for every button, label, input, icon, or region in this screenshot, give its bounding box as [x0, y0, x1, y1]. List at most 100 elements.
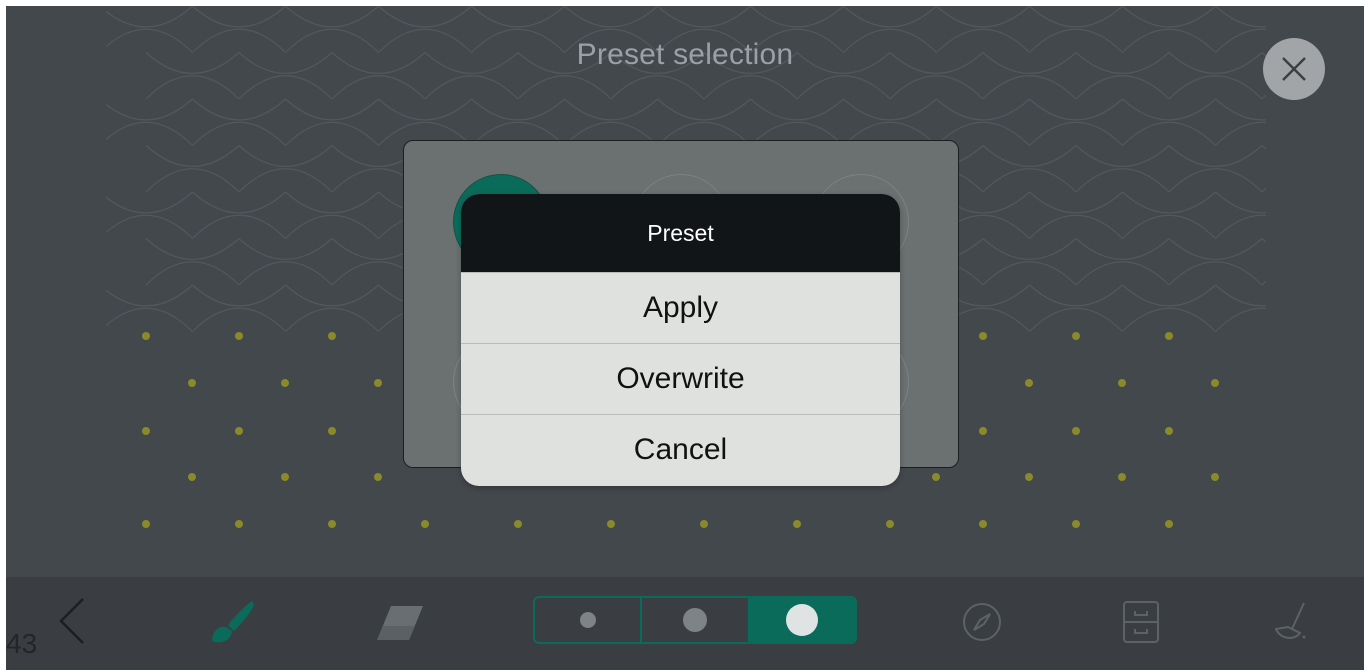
compass-button[interactable]	[959, 599, 1005, 645]
pattern-arc	[1355, 146, 1364, 167]
pattern-dot	[235, 332, 243, 340]
pattern-arc	[238, 238, 333, 260]
pattern-arc	[1309, 99, 1364, 120]
sweep-broom-icon	[1274, 602, 1306, 639]
pattern-arc	[192, 284, 286, 307]
pattern-arc	[1029, 214, 1123, 239]
pattern-dot	[1165, 332, 1173, 340]
pattern-dot	[514, 520, 522, 528]
pattern-arc	[982, 145, 1077, 167]
pattern-arc	[1029, 6, 1123, 28]
size-large-dot	[786, 604, 819, 636]
pattern-dot	[979, 332, 987, 340]
pattern-arc	[285, 6, 379, 28]
dialog-title: Preset	[461, 194, 900, 272]
pattern-dot	[374, 473, 382, 481]
pattern-dot	[328, 332, 336, 340]
pattern-arc	[285, 191, 379, 214]
pattern-arc	[796, 75, 891, 100]
pattern-dot	[142, 520, 150, 528]
size-small-button[interactable]	[535, 598, 640, 642]
size-small-dot	[579, 612, 596, 628]
pattern-arc	[1168, 75, 1263, 100]
pattern-arc	[1029, 284, 1123, 307]
pattern-arc	[106, 191, 193, 214]
page-number: 43	[6, 628, 38, 659]
size-medium-dot	[682, 608, 707, 632]
pattern-arc	[145, 168, 240, 193]
pattern-dot	[328, 520, 336, 528]
pattern-arc	[1168, 261, 1263, 286]
eraser-icon	[377, 606, 423, 640]
eraser-tool[interactable]	[372, 597, 428, 649]
pattern-arc	[1122, 121, 1216, 146]
pattern-arc	[238, 75, 333, 100]
close-button[interactable]	[1263, 38, 1325, 100]
pattern-dot	[1118, 379, 1126, 387]
brush-tool[interactable]	[204, 595, 260, 651]
pattern-arc	[145, 261, 240, 286]
pattern-arc	[106, 121, 193, 146]
pattern-arc	[1075, 168, 1170, 193]
pattern-arc	[1075, 145, 1170, 167]
pattern-dot	[188, 379, 196, 387]
pattern-dot	[1211, 379, 1219, 387]
pattern-arc	[843, 6, 937, 28]
pattern-arc	[610, 75, 705, 100]
pattern-arc	[564, 98, 658, 121]
pattern-dot	[142, 427, 150, 435]
pattern-arc	[982, 75, 1077, 100]
pattern-arc	[1029, 121, 1123, 146]
drawing-screen: Preset selection Preset Apply Overwrite …	[6, 6, 1364, 670]
pattern-dot	[281, 473, 289, 481]
pattern-arc	[1029, 307, 1123, 332]
size-large-button[interactable]	[747, 598, 855, 642]
storage-box-icon	[1123, 601, 1159, 643]
clear-button[interactable]	[1269, 597, 1313, 647]
pattern-arc	[285, 214, 379, 239]
back-button[interactable]	[52, 593, 92, 649]
bottom-toolbar	[6, 577, 1364, 670]
pattern-arc	[1215, 307, 1266, 332]
pattern-arc	[657, 98, 751, 121]
pattern-arc	[1261, 145, 1266, 150]
pattern-arc	[517, 75, 612, 100]
pattern-arc	[1261, 280, 1266, 286]
pattern-arc	[192, 191, 286, 214]
pattern-dot	[421, 520, 429, 528]
pattern-arc	[106, 214, 193, 239]
pattern-dot	[1072, 332, 1080, 340]
pattern-dot	[1025, 473, 1033, 481]
pattern-arc	[1355, 262, 1364, 285]
pattern-arc	[145, 145, 240, 167]
cancel-button[interactable]: Cancel	[461, 414, 900, 485]
pattern-arc	[1355, 169, 1364, 192]
pattern-arc	[1215, 98, 1266, 121]
pattern-arc	[843, 98, 937, 121]
pattern-arc	[285, 98, 379, 121]
storage-button[interactable]	[1119, 597, 1163, 647]
page-title: Preset selection	[576, 38, 794, 71]
apply-button[interactable]: Apply	[461, 272, 900, 343]
preset-dialog: Preset Apply Overwrite Cancel	[461, 194, 900, 486]
pattern-arc	[1215, 6, 1266, 28]
compass-icon	[963, 603, 1001, 641]
pattern-arc	[1215, 284, 1266, 307]
size-medium-button[interactable]	[640, 598, 747, 642]
pattern-arc	[564, 6, 658, 28]
pattern-dot	[1211, 473, 1219, 481]
pattern-dot	[1165, 427, 1173, 435]
pattern-arc	[1122, 6, 1216, 28]
pattern-arc	[1075, 261, 1170, 286]
back-chevron-icon	[59, 598, 84, 644]
overwrite-button[interactable]: Overwrite	[461, 343, 900, 414]
pattern-arc	[982, 168, 1077, 193]
pattern-dot	[932, 473, 940, 481]
pattern-arc	[106, 307, 193, 332]
pattern-dot	[188, 473, 196, 481]
pattern-arc	[1168, 238, 1263, 260]
pattern-arc	[1309, 215, 1364, 238]
pattern-arc	[1309, 308, 1364, 331]
pattern-arc	[1122, 214, 1216, 239]
brush-icon	[212, 601, 254, 643]
